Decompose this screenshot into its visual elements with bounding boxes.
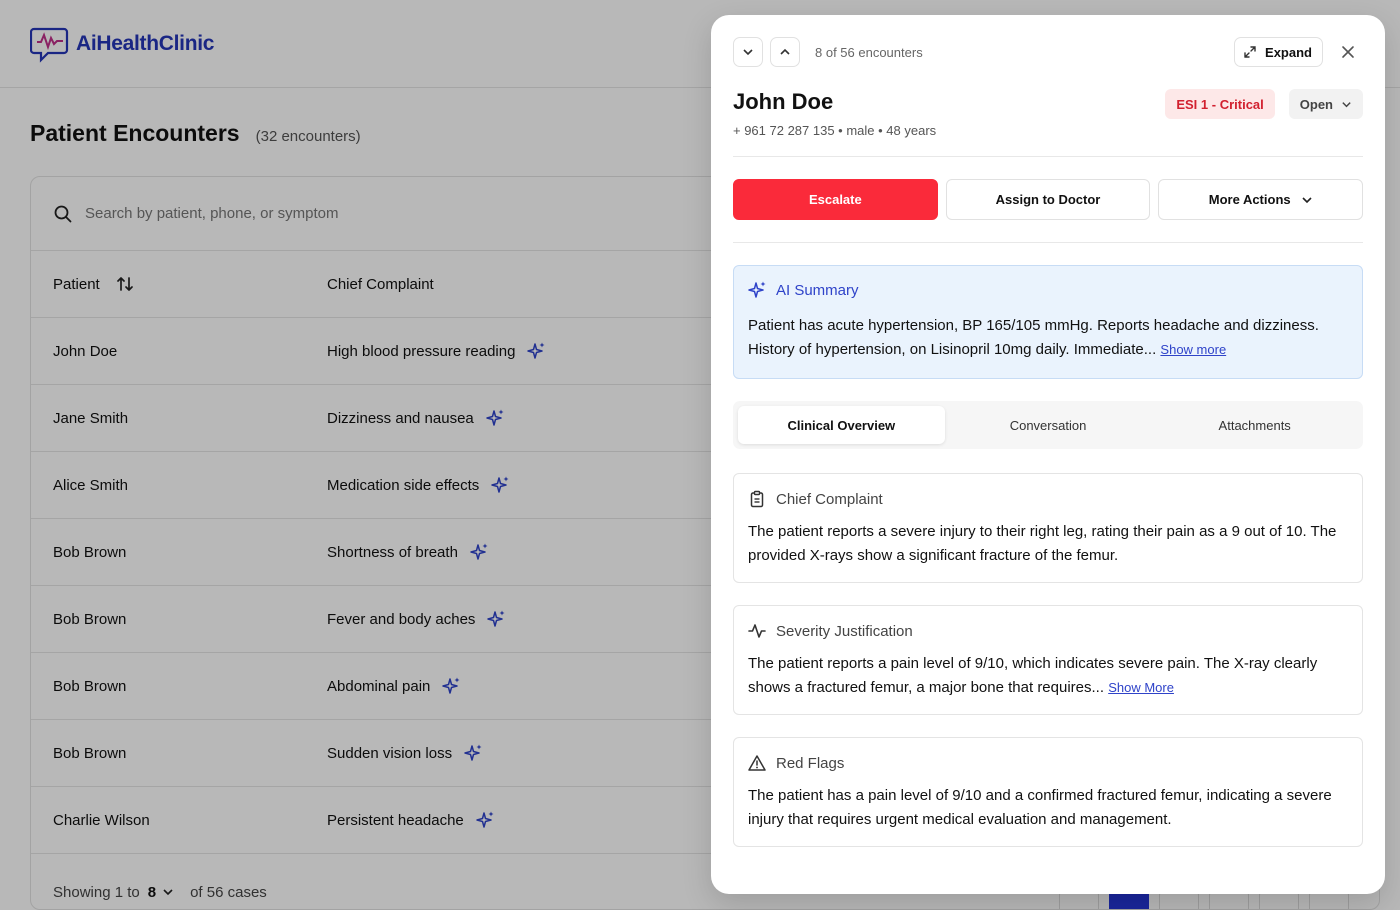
severity-header: Severity Justification bbox=[748, 622, 1348, 640]
action-buttons: Escalate Assign to Doctor More Actions bbox=[733, 179, 1364, 220]
tab-attachments[interactable]: Attachments bbox=[1151, 406, 1358, 444]
more-actions-button[interactable]: More Actions bbox=[1158, 179, 1364, 220]
chevron-down-icon bbox=[1302, 196, 1312, 203]
encounter-detail-panel: 8 of 56 encounters Expand John Doe + 961… bbox=[711, 15, 1385, 894]
patient-name: John Doe bbox=[733, 89, 834, 114]
chief-complaint-title: Chief Complaint bbox=[776, 490, 883, 508]
clipboard-icon bbox=[750, 490, 764, 508]
sparkles-icon bbox=[748, 281, 766, 298]
tab-conversation[interactable]: Conversation bbox=[945, 406, 1152, 444]
divider bbox=[733, 242, 1363, 243]
chevron-down-icon bbox=[743, 49, 753, 56]
red-flags-header: Red Flags bbox=[748, 754, 1348, 772]
severity-justification-section: Severity Justification The patient repor… bbox=[733, 605, 1363, 715]
previous-encounter-button[interactable] bbox=[770, 37, 800, 67]
chief-complaint-header: Chief Complaint bbox=[748, 490, 1348, 508]
activity-icon bbox=[748, 624, 766, 638]
divider bbox=[733, 156, 1363, 157]
assign-doctor-button[interactable]: Assign to Doctor bbox=[945, 179, 1151, 220]
more-actions-label: More Actions bbox=[1208, 192, 1291, 207]
severity-show-more-link[interactable]: Show More bbox=[1108, 680, 1174, 695]
panel-toolbar: 8 of 56 encounters Expand bbox=[733, 37, 1363, 67]
expand-icon bbox=[1244, 46, 1256, 58]
ai-summary-box: AI Summary Patient has acute hypertensio… bbox=[733, 265, 1363, 379]
severity-title: Severity Justification bbox=[776, 622, 913, 640]
red-flags-title: Red Flags bbox=[776, 754, 845, 772]
escalate-button[interactable]: Escalate bbox=[733, 179, 938, 220]
next-encounter-button[interactable] bbox=[733, 37, 763, 67]
patient-meta: + 961 72 287 135 • male • 48 years bbox=[733, 123, 937, 138]
expand-label: Expand bbox=[1265, 44, 1312, 60]
ai-summary-text-wrap: Patient has acute hypertension, BP 165/1… bbox=[748, 314, 1348, 362]
ai-summary-title: AI Summary bbox=[776, 281, 859, 299]
tab-clinical-overview[interactable]: Clinical Overview bbox=[738, 406, 945, 444]
chevron-up-icon bbox=[780, 48, 790, 55]
patient-header: John Doe + 961 72 287 135 • male • 48 ye… bbox=[733, 89, 1363, 138]
patient-badges: ESI 1 - Critical Open bbox=[1165, 89, 1363, 138]
expand-button[interactable]: Expand bbox=[1234, 37, 1323, 67]
close-icon bbox=[1342, 46, 1354, 58]
detail-tabs: Clinical Overview Conversation Attachmen… bbox=[733, 401, 1363, 449]
close-button[interactable] bbox=[1333, 37, 1363, 67]
severity-text: The patient reports a pain level of 9/10… bbox=[748, 655, 1318, 696]
status-dropdown[interactable]: Open bbox=[1288, 89, 1363, 119]
chief-complaint-text: The patient reports a severe injury to t… bbox=[748, 523, 1337, 564]
red-flags-section: Red Flags The patient has a pain level o… bbox=[733, 737, 1363, 847]
ai-summary-show-more-link[interactable]: Show more bbox=[1160, 342, 1226, 357]
red-flags-text: The patient has a pain level of 9/10 and… bbox=[748, 787, 1332, 828]
chief-complaint-section: Chief Complaint The patient reports a se… bbox=[733, 473, 1363, 583]
severity-text-wrap: The patient reports a pain level of 9/10… bbox=[748, 652, 1348, 700]
chevron-down-icon bbox=[1342, 101, 1351, 107]
warning-icon bbox=[748, 755, 766, 771]
ai-summary-header: AI Summary bbox=[748, 280, 1348, 300]
esi-badge: ESI 1 - Critical bbox=[1165, 89, 1275, 119]
status-label: Open bbox=[1299, 96, 1333, 112]
ai-summary-text: Patient has acute hypertension, BP 165/1… bbox=[748, 317, 1319, 358]
encounter-position: 8 of 56 encounters bbox=[815, 44, 923, 60]
